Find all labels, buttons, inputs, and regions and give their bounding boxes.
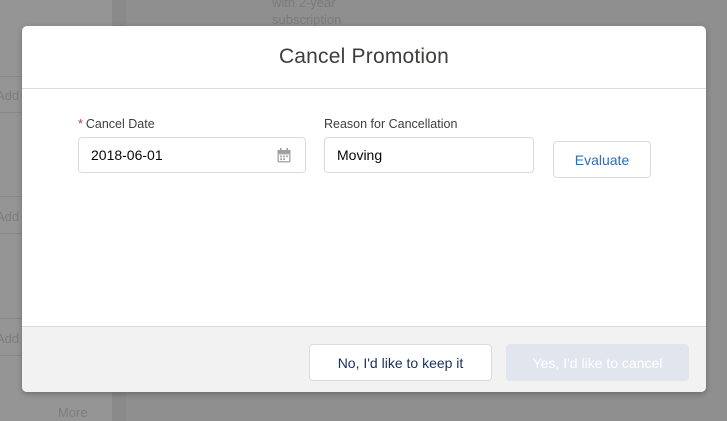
background-text-line-2: subscription <box>272 12 342 27</box>
background-add-link: Add <box>0 88 20 103</box>
background-add-link: Add <box>0 209 20 224</box>
reason-label: Reason for Cancellation <box>324 117 458 131</box>
cancel-date-label: * Cancel Date <box>78 117 306 131</box>
reason-field: Reason for Cancellation Moving <box>324 117 534 173</box>
modal-header: Cancel Promotion <box>22 26 706 89</box>
required-marker: * <box>78 117 83 131</box>
cancel-date-label-text: Cancel Date <box>85 117 155 131</box>
background-more-link: More <box>58 405 88 420</box>
reason-input[interactable]: Moving <box>324 137 534 173</box>
cancel-date-field: * Cancel Date 2018-06-01 <box>78 117 306 173</box>
reason-value: Moving <box>337 147 383 163</box>
cancel-date-value: 2018-06-01 <box>91 147 163 163</box>
background-text-line-1: with 2-year <box>272 0 336 10</box>
modal-footer: No, I'd like to keep it Yes, I'd like to… <box>22 326 706 392</box>
keep-promotion-button[interactable]: No, I'd like to keep it <box>309 344 492 381</box>
background-add-link: Add <box>0 331 20 346</box>
evaluate-button[interactable]: Evaluate <box>553 141 651 178</box>
modal-title: Cancel Promotion <box>278 45 450 68</box>
confirm-cancel-button[interactable]: Yes, I'd like to cancel <box>506 344 689 381</box>
calendar-icon[interactable] <box>277 148 291 163</box>
modal-body: * Cancel Date 2018-06-01 Reason for Canc… <box>22 89 706 326</box>
cancel-promotion-modal: Cancel Promotion * Cancel Date 2018-06-01 <box>22 26 706 392</box>
cancel-date-input[interactable]: 2018-06-01 <box>78 137 306 173</box>
